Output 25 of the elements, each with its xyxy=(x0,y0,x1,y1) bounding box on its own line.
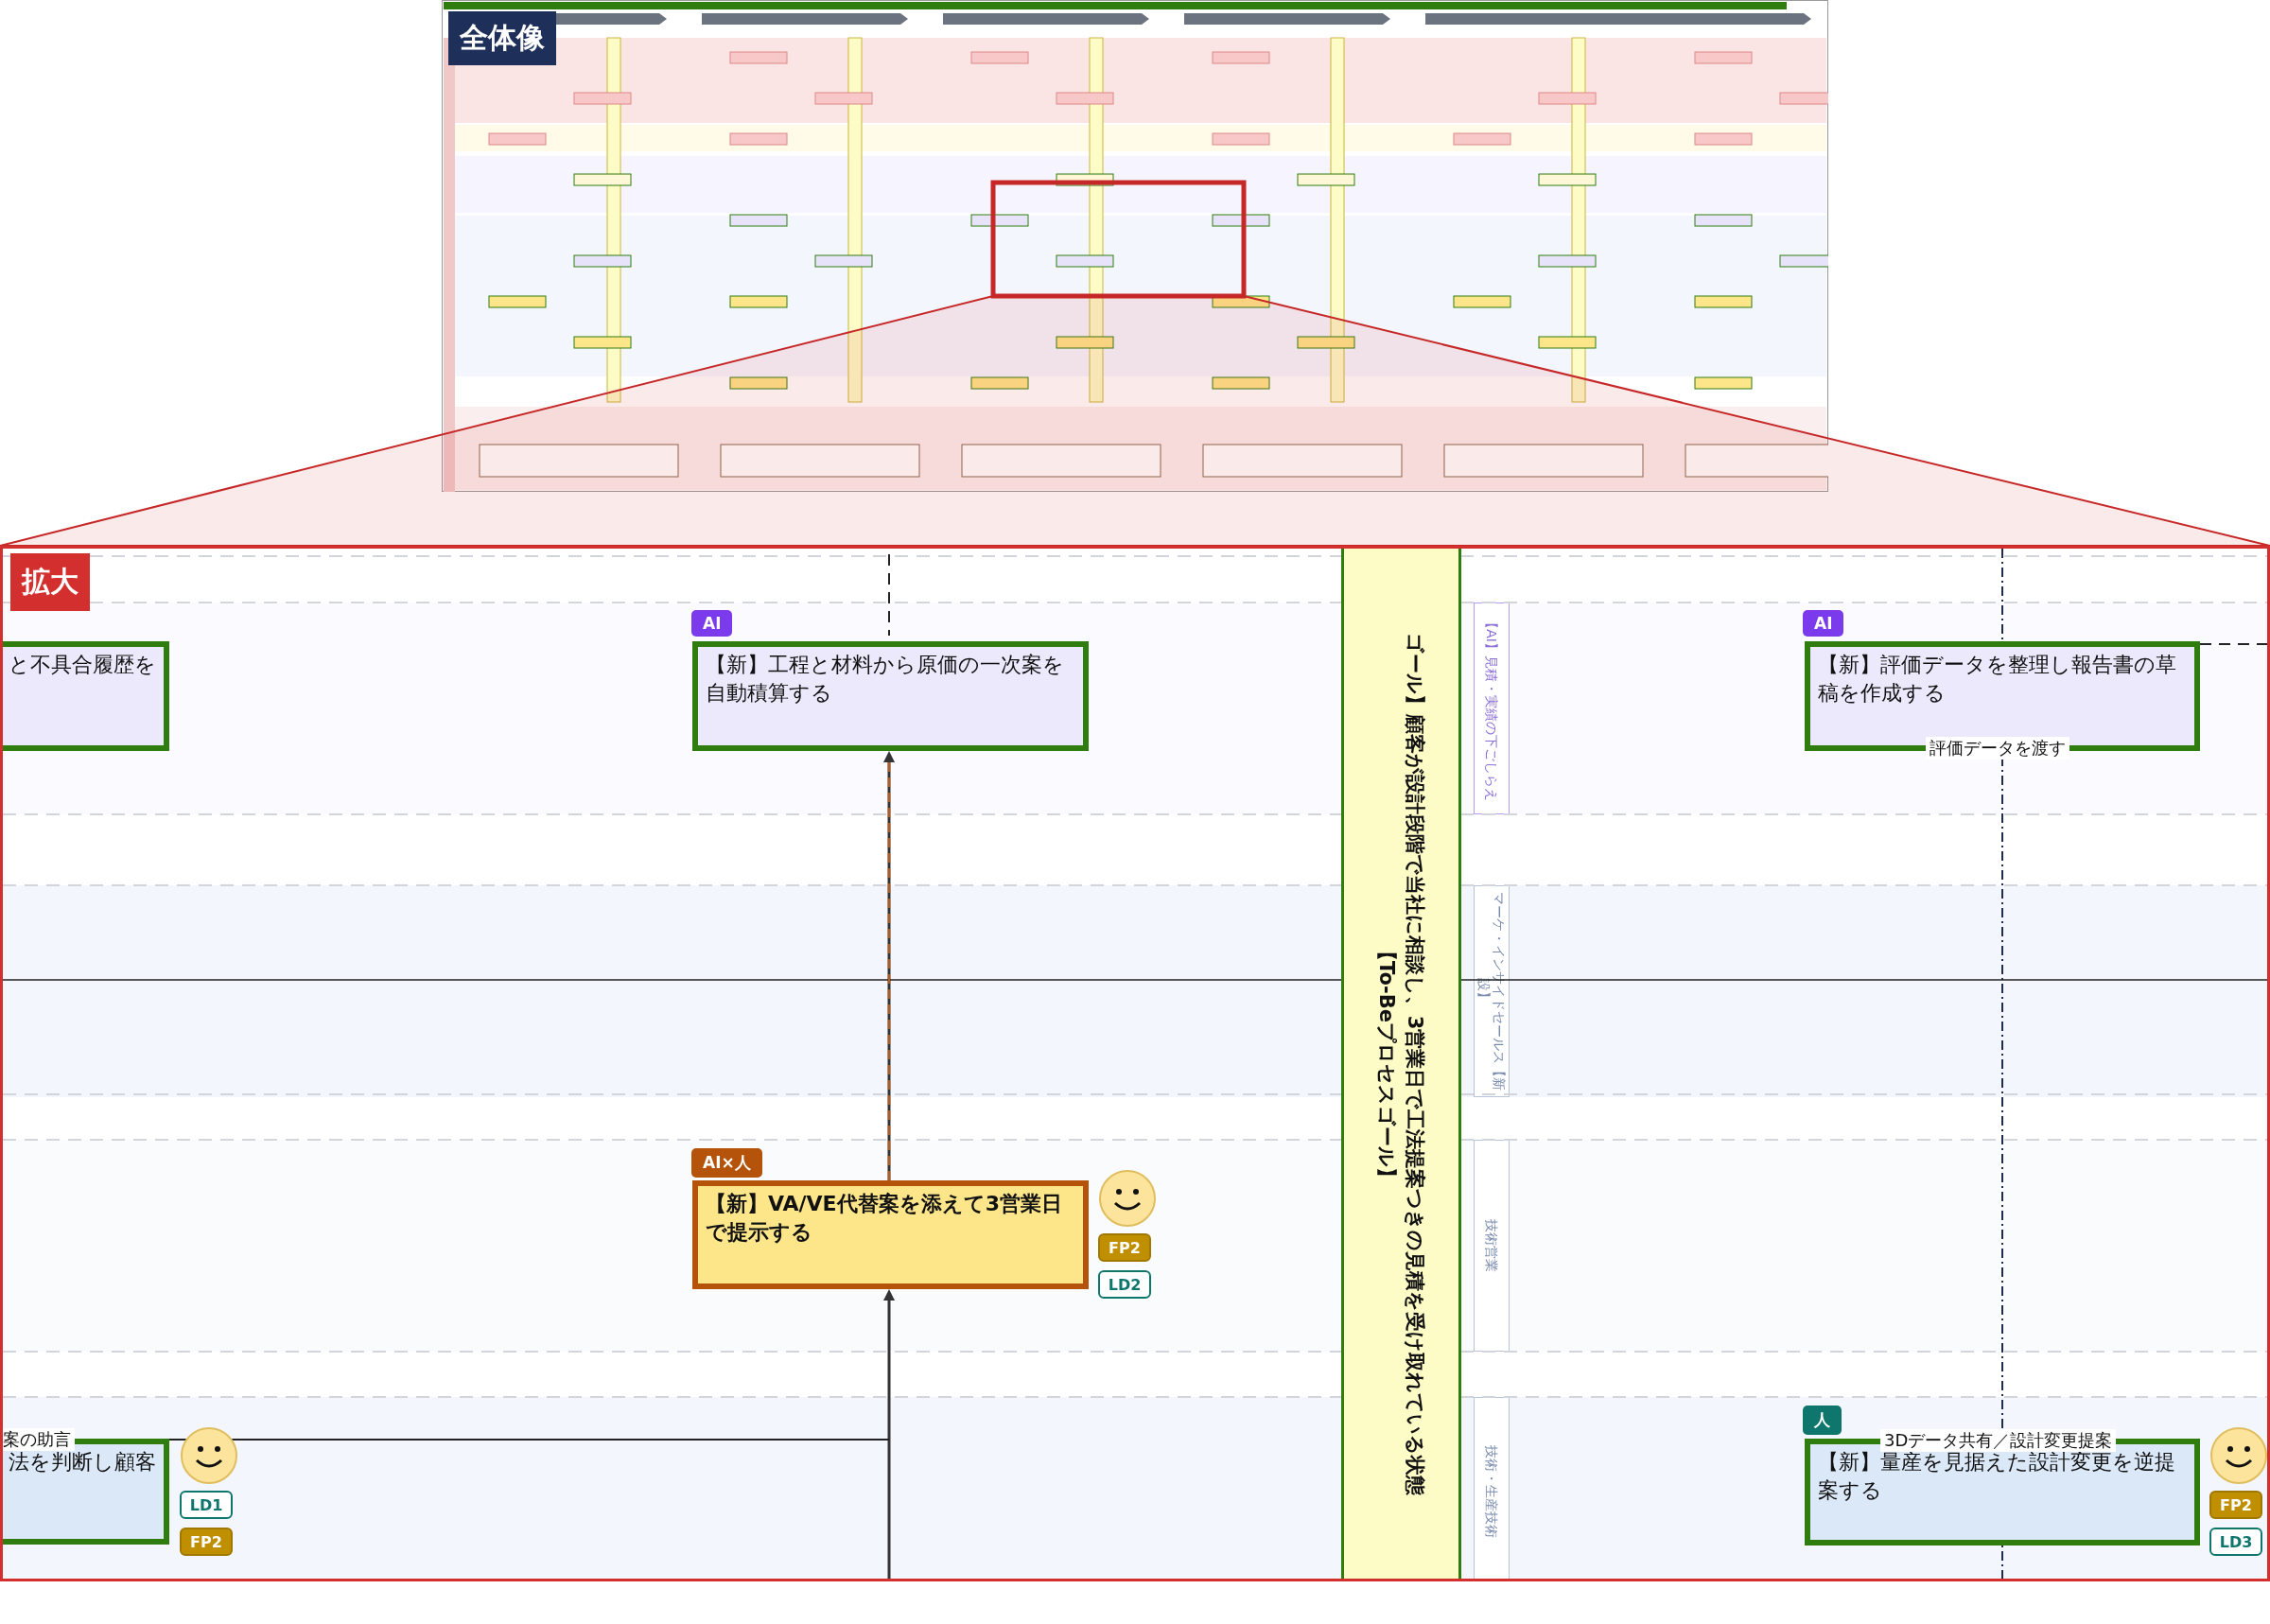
connector-line xyxy=(2199,643,2267,645)
role-tag: LD1 xyxy=(180,1491,233,1519)
goal-text: ゴール】顧客が設計段階で当社に相談し、3営業日で工法提案つきの見積を受け取れている状態 xyxy=(1403,632,1428,1495)
edge-label: 案の助言 xyxy=(3,1428,75,1451)
actor-badge: 人 xyxy=(1803,1406,1842,1435)
process-step: 【新】VA/VE代替案を添えて3営業日で提示する xyxy=(692,1180,1089,1289)
lane-label: マーケ・インサイドセールス【新設】 xyxy=(1474,885,1510,1097)
edge-label: 3Dデータ共有／設計変更提案 xyxy=(1880,1429,2117,1452)
actor-badge: AI×人 xyxy=(691,1148,762,1178)
role-tag: FP2 xyxy=(1098,1233,1151,1262)
process-step: 【新】工程と材料から原価の一次案を自動積算する xyxy=(692,641,1089,751)
actor-badge: AI xyxy=(1803,610,1844,637)
overview-label: 全体像 xyxy=(448,11,556,65)
lane-label: 【AI】見積・実績の下ごしらえ xyxy=(1474,602,1510,814)
lane-label: 技術・生産技術 xyxy=(1474,1397,1510,1579)
actor-badge: AI xyxy=(691,610,733,637)
detail-label: 拡大 xyxy=(10,553,90,611)
process-step: と不具合履歴を xyxy=(3,641,169,751)
role-tag: FP2 xyxy=(180,1528,233,1556)
role-tag: LD2 xyxy=(1098,1270,1151,1299)
role-tag: FP2 xyxy=(2209,1491,2262,1519)
role-tag: LD3 xyxy=(2209,1528,2262,1556)
goal-text: 【To-Beプロセスゴール】 xyxy=(1374,939,1400,1189)
edge-label: 評価データを渡す xyxy=(1926,737,2069,760)
lane-label: 技術営業 xyxy=(1474,1140,1510,1352)
